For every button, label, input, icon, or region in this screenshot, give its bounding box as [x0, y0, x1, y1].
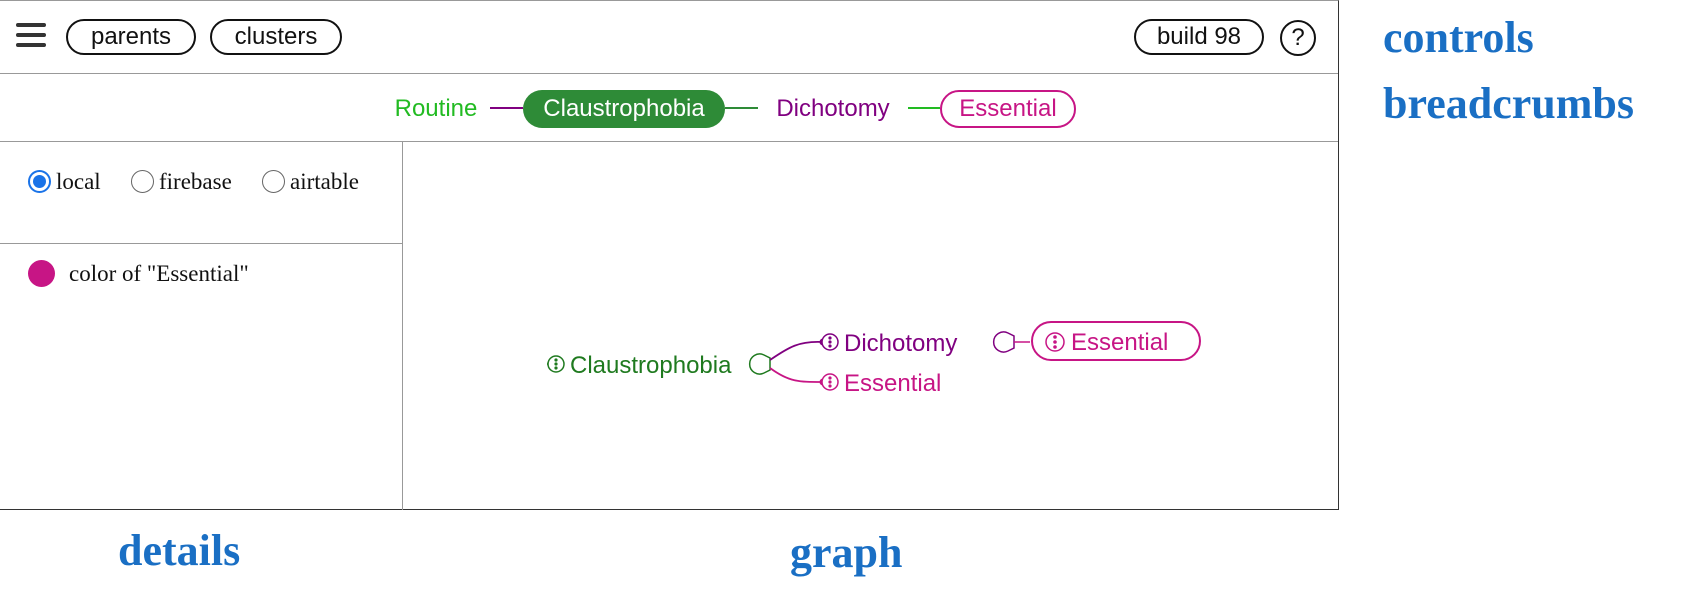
radio-circle-icon[interactable] [131, 170, 154, 194]
radio-label: local [56, 169, 101, 194]
breadcrumb-claustrophobia[interactable]: Claustrophobia [523, 90, 725, 128]
details-panel: local firebase airtable color of "Essent… [0, 142, 403, 510]
node-dot [828, 344, 832, 348]
node-dot [1053, 345, 1057, 349]
breadcrumb-routine[interactable]: Routine [384, 90, 488, 128]
breadcrumb-dichotomy[interactable]: Dichotomy [762, 90, 904, 128]
graph-node-essential[interactable]: Essential [821, 370, 941, 397]
graph-node-dichotomy[interactable]: Dichotomy [821, 330, 1015, 357]
color-picker[interactable]: color of "Essential" [28, 260, 249, 290]
graph-panel: Claustrophobia Dichotomy Essential Essen… [404, 142, 1338, 510]
radio-firebase[interactable]: firebase [131, 169, 232, 195]
radio-local[interactable]: local [28, 169, 101, 195]
annotation-breadcrumbs: breadcrumbs [1383, 79, 1634, 128]
radio-circle-icon[interactable] [28, 170, 51, 194]
breadcrumb-connector [490, 107, 523, 109]
node-dot [828, 384, 832, 388]
data-source-selector: local firebase airtable [0, 142, 402, 244]
node-label: Essential [1071, 329, 1168, 356]
radio-label: firebase [159, 169, 232, 194]
app-window: parents clusters build 98 ? Routine Clau… [0, 0, 1339, 510]
node-label: Essential [844, 370, 941, 397]
radio-label: airtable [290, 169, 359, 194]
graph-edge [769, 367, 823, 383]
controls-bar: parents clusters build 98 ? [0, 1, 1338, 74]
parents-button[interactable]: parents [66, 19, 196, 55]
node-dot [1053, 340, 1057, 344]
radio-airtable[interactable]: airtable [262, 169, 359, 195]
annotation-details: details [118, 526, 241, 575]
node-dot [554, 358, 558, 362]
graph-node-claustrophobia[interactable]: Claustrophobia [547, 352, 771, 379]
breadcrumb-essential[interactable]: Essential [940, 90, 1076, 128]
breadcrumb-connector [908, 107, 940, 109]
reveal-toggle-icon[interactable] [748, 353, 771, 375]
color-swatch[interactable] [28, 260, 55, 287]
color-label: color of "Essential" [69, 260, 249, 286]
hamburger-menu-icon[interactable] [16, 23, 46, 49]
breadcrumb-connector [725, 107, 758, 109]
node-dot [1053, 335, 1057, 339]
help-button[interactable]: ? [1280, 20, 1316, 56]
clusters-button[interactable]: clusters [210, 19, 342, 55]
node-dot [828, 336, 832, 340]
node-dot [828, 376, 832, 380]
breadcrumbs-bar: Routine Claustrophobia Dichotomy Essenti… [0, 74, 1338, 142]
node-dot [828, 380, 832, 384]
node-dot [554, 366, 558, 370]
reveal-toggle-icon[interactable] [992, 331, 1015, 353]
annotation-graph: graph [790, 528, 903, 577]
graph-node-essential-selected[interactable]: Essential [1031, 321, 1201, 361]
node-label: Dichotomy [844, 330, 957, 357]
graph-edge [769, 341, 823, 361]
node-dot [554, 362, 558, 366]
node-label: Claustrophobia [570, 352, 732, 379]
build-button[interactable]: build 98 [1134, 19, 1264, 55]
annotation-controls: controls [1383, 13, 1534, 62]
radio-circle-icon[interactable] [262, 170, 285, 194]
graph-canvas: Claustrophobia Dichotomy Essential Essen… [547, 321, 1201, 397]
node-dot [828, 340, 832, 344]
